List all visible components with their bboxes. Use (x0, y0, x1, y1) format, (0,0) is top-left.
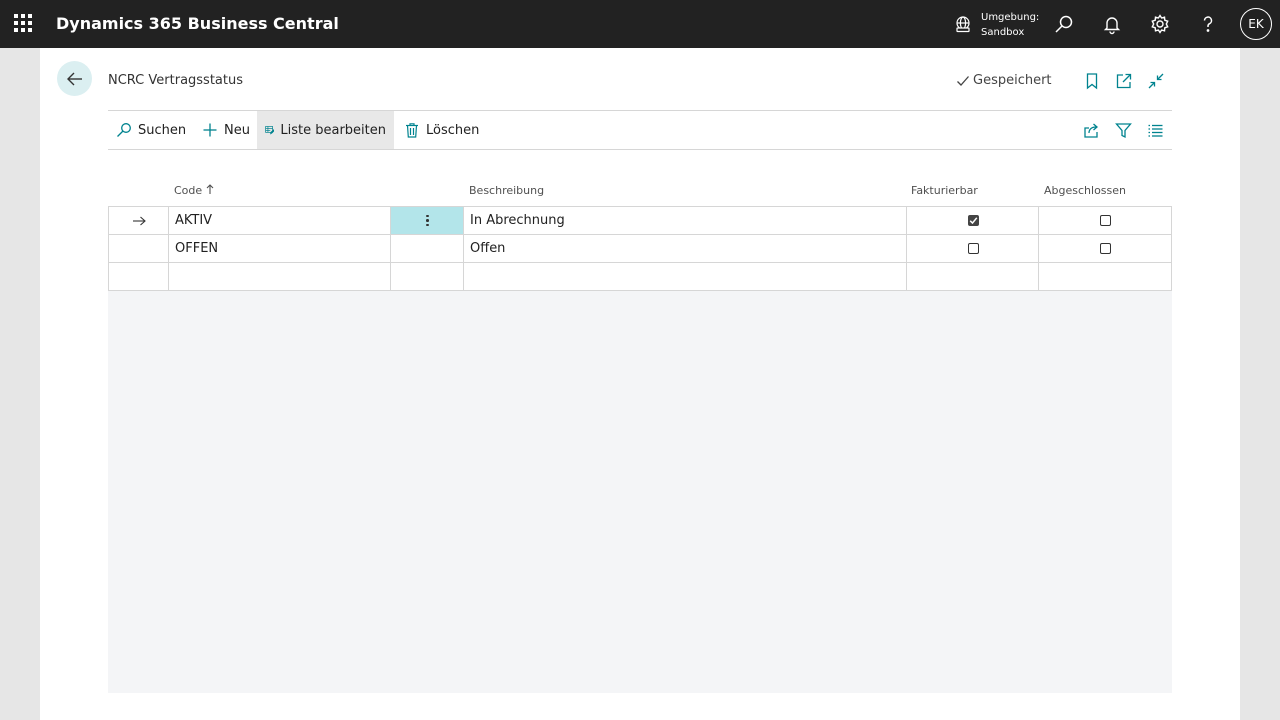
edit-list-button[interactable]: Liste bearbeiten (257, 111, 394, 149)
column-header-invoiceable[interactable]: Fakturierbar (911, 184, 978, 197)
trash-icon (406, 123, 418, 138)
delete-button[interactable]: Löschen (396, 111, 487, 149)
action-bar: Suchen Neu Liste bearbeiten Löschen (108, 110, 1172, 150)
search-icon[interactable] (1053, 13, 1075, 35)
new-button-label: Neu (224, 122, 250, 138)
description-cell[interactable]: In Abrechnung (463, 207, 907, 234)
table-row-empty[interactable] (108, 263, 1172, 291)
open-new-window-icon[interactable] (1115, 72, 1133, 90)
column-header-code[interactable]: Code (174, 184, 214, 197)
edit-list-button-label: Liste bearbeiten (280, 122, 386, 138)
row-indicator[interactable] (108, 235, 169, 262)
saved-label: Gespeichert (973, 73, 1052, 88)
code-cell[interactable]: OFFEN (168, 235, 391, 262)
search-icon (117, 123, 131, 137)
list-page: NCRC Vertragsstatus Gespeichert Suchen N… (40, 48, 1240, 720)
table-row[interactable]: AKTIV In Abrechnung (108, 206, 1172, 235)
invoiceable-cell[interactable] (906, 263, 1039, 290)
code-cell[interactable]: AKTIV (168, 207, 391, 234)
environment-info[interactable]: Umgebung: Sandbox (981, 10, 1039, 40)
top-bar: Dynamics 365 Business Central Umgebung: … (0, 0, 1280, 48)
data-grid: AKTIV In Abrechnung OFFEN Offen (108, 206, 1172, 693)
row-actions-menu[interactable] (390, 263, 464, 290)
notification-bell-icon[interactable] (1101, 13, 1123, 35)
description-cell[interactable]: Offen (463, 235, 907, 262)
environment-label: Umgebung: (981, 12, 1040, 23)
closed-checkbox[interactable] (1099, 215, 1111, 226)
app-launcher-icon[interactable] (14, 14, 34, 34)
invoiceable-cell (906, 207, 1039, 234)
saved-status: Gespeichert (956, 73, 1052, 88)
bookmark-icon[interactable] (1083, 72, 1101, 90)
environment-icon (956, 16, 970, 33)
invoiceable-checkbox[interactable] (967, 243, 979, 254)
column-header-description[interactable]: Beschreibung (469, 184, 544, 197)
checkmark-icon (957, 75, 969, 86)
row-indicator[interactable] (108, 207, 169, 234)
edit-list-icon (265, 126, 275, 135)
sort-ascending-icon (206, 184, 214, 194)
code-cell[interactable] (168, 263, 391, 290)
arrow-right-icon (133, 216, 146, 225)
closed-cell[interactable] (1038, 263, 1172, 290)
row-actions-menu[interactable] (390, 207, 464, 234)
back-button[interactable] (57, 61, 92, 96)
column-header-closed[interactable]: Abgeschlossen (1044, 184, 1126, 197)
description-cell[interactable] (463, 263, 907, 290)
filter-icon[interactable] (1115, 122, 1132, 139)
plus-icon (203, 123, 217, 137)
collapse-icon[interactable] (1147, 72, 1165, 90)
new-button[interactable]: Neu (194, 111, 258, 149)
user-avatar[interactable]: EK (1240, 8, 1272, 40)
closed-cell (1038, 207, 1172, 234)
gear-icon[interactable] (1149, 13, 1171, 35)
search-button-label: Suchen (138, 122, 187, 138)
arrow-left-icon (66, 72, 82, 85)
more-options-icon (426, 214, 429, 227)
checkmark-icon (969, 217, 977, 225)
closed-checkbox[interactable] (1099, 243, 1111, 254)
closed-cell (1038, 235, 1172, 262)
list-view-icon[interactable] (1147, 122, 1164, 139)
table-row[interactable]: OFFEN Offen (108, 235, 1172, 263)
help-icon[interactable] (1197, 13, 1219, 35)
delete-button-label: Löschen (426, 122, 480, 138)
row-indicator[interactable] (108, 263, 169, 290)
app-title[interactable]: Dynamics 365 Business Central (56, 14, 339, 33)
column-header-code-label: Code (174, 184, 203, 197)
share-icon[interactable] (1083, 122, 1100, 139)
invoiceable-checkbox[interactable] (967, 215, 979, 226)
invoiceable-cell (906, 235, 1039, 262)
row-actions-menu[interactable] (390, 235, 464, 262)
search-button[interactable]: Suchen (108, 111, 194, 149)
environment-value: Sandbox (981, 27, 1025, 38)
page-title: NCRC Vertragsstatus (108, 73, 244, 88)
